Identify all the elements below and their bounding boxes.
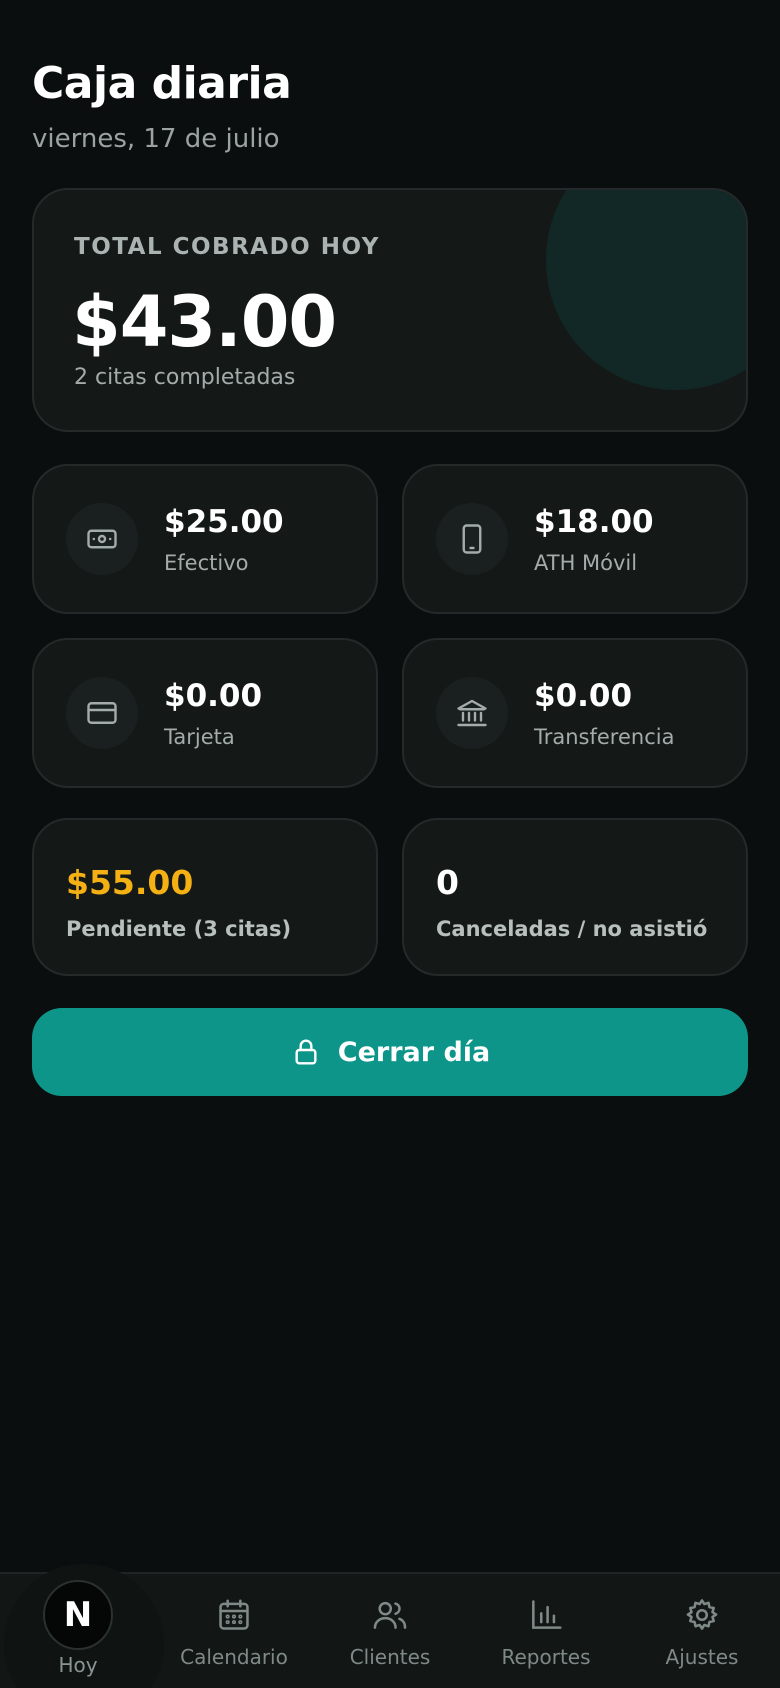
nav-item-clients[interactable]: Clientes (326, 1574, 454, 1688)
page-title: Caja diaria (32, 58, 292, 109)
method-label: Tarjeta (164, 725, 235, 749)
method-amount: $0.00 (534, 678, 633, 714)
calendar-icon (219, 1599, 249, 1630)
method-card-ath-movil[interactable]: $18.00 ATH Móvil (402, 464, 748, 614)
cancelled-card[interactable]: 0 Canceladas / no asistió (402, 818, 748, 976)
decorative-circle (546, 190, 746, 390)
method-amount: $0.00 (164, 678, 263, 714)
method-card-cash[interactable]: $25.00 Efectivo (32, 464, 378, 614)
method-label: Transferencia (534, 725, 675, 749)
nav-item-today[interactable]: N Hoy (4, 1564, 164, 1688)
total-label: TOTAL COBRADO HOY (74, 234, 380, 260)
method-card-transfer[interactable]: $0.00 Transferencia (402, 638, 748, 788)
cancelled-label: Canceladas / no asistió (436, 917, 708, 941)
cash-icon (66, 503, 138, 575)
nav-label: Reportes (501, 1645, 591, 1669)
page-date: viernes, 17 de julio (32, 124, 280, 154)
pending-amount: $55.00 (66, 863, 194, 902)
nav-item-settings[interactable]: Ajustes (638, 1574, 766, 1688)
total-collected-card: TOTAL COBRADO HOY $43.00 2 citas complet… (32, 188, 748, 432)
bank-icon (436, 677, 508, 749)
credit-card-icon (66, 677, 138, 749)
total-amount: $43.00 (72, 281, 337, 363)
close-day-label: Cerrar día (337, 1036, 491, 1068)
gear-icon (686, 1599, 718, 1630)
logo-icon: N (43, 1580, 113, 1650)
pending-label: Pendiente (3 citas) (66, 917, 292, 941)
header: Caja diaria viernes, 17 de julio (32, 54, 292, 156)
cancelled-count: 0 (436, 863, 459, 902)
pending-card[interactable]: $55.00 Pendiente (3 citas) (32, 818, 378, 976)
method-card-card[interactable]: $0.00 Tarjeta (32, 638, 378, 788)
total-subtitle: 2 citas completadas (74, 365, 296, 390)
nav-label: Calendario (180, 1645, 288, 1669)
bottom-nav: N Hoy Calendario Clientes Reportes Ajust… (0, 1564, 780, 1688)
method-amount: $25.00 (164, 504, 284, 540)
phone-icon (436, 503, 508, 575)
method-label: Efectivo (164, 551, 249, 575)
nav-label: Clientes (349, 1645, 431, 1669)
lock-icon (295, 1039, 317, 1065)
nav-item-calendar[interactable]: Calendario (170, 1574, 298, 1688)
close-day-button[interactable]: Cerrar día (32, 1008, 748, 1096)
daily-cash-screen: Caja diaria viernes, 17 de julio TOTAL C… (0, 0, 780, 1688)
nav-item-reports[interactable]: Reportes (482, 1574, 610, 1688)
nav-label: Ajustes (665, 1645, 739, 1669)
nav-label: Hoy (58, 1653, 98, 1677)
method-label: ATH Móvil (534, 551, 638, 575)
method-amount: $18.00 (534, 504, 654, 540)
users-icon (373, 1601, 407, 1629)
bar-chart-icon (532, 1600, 562, 1629)
